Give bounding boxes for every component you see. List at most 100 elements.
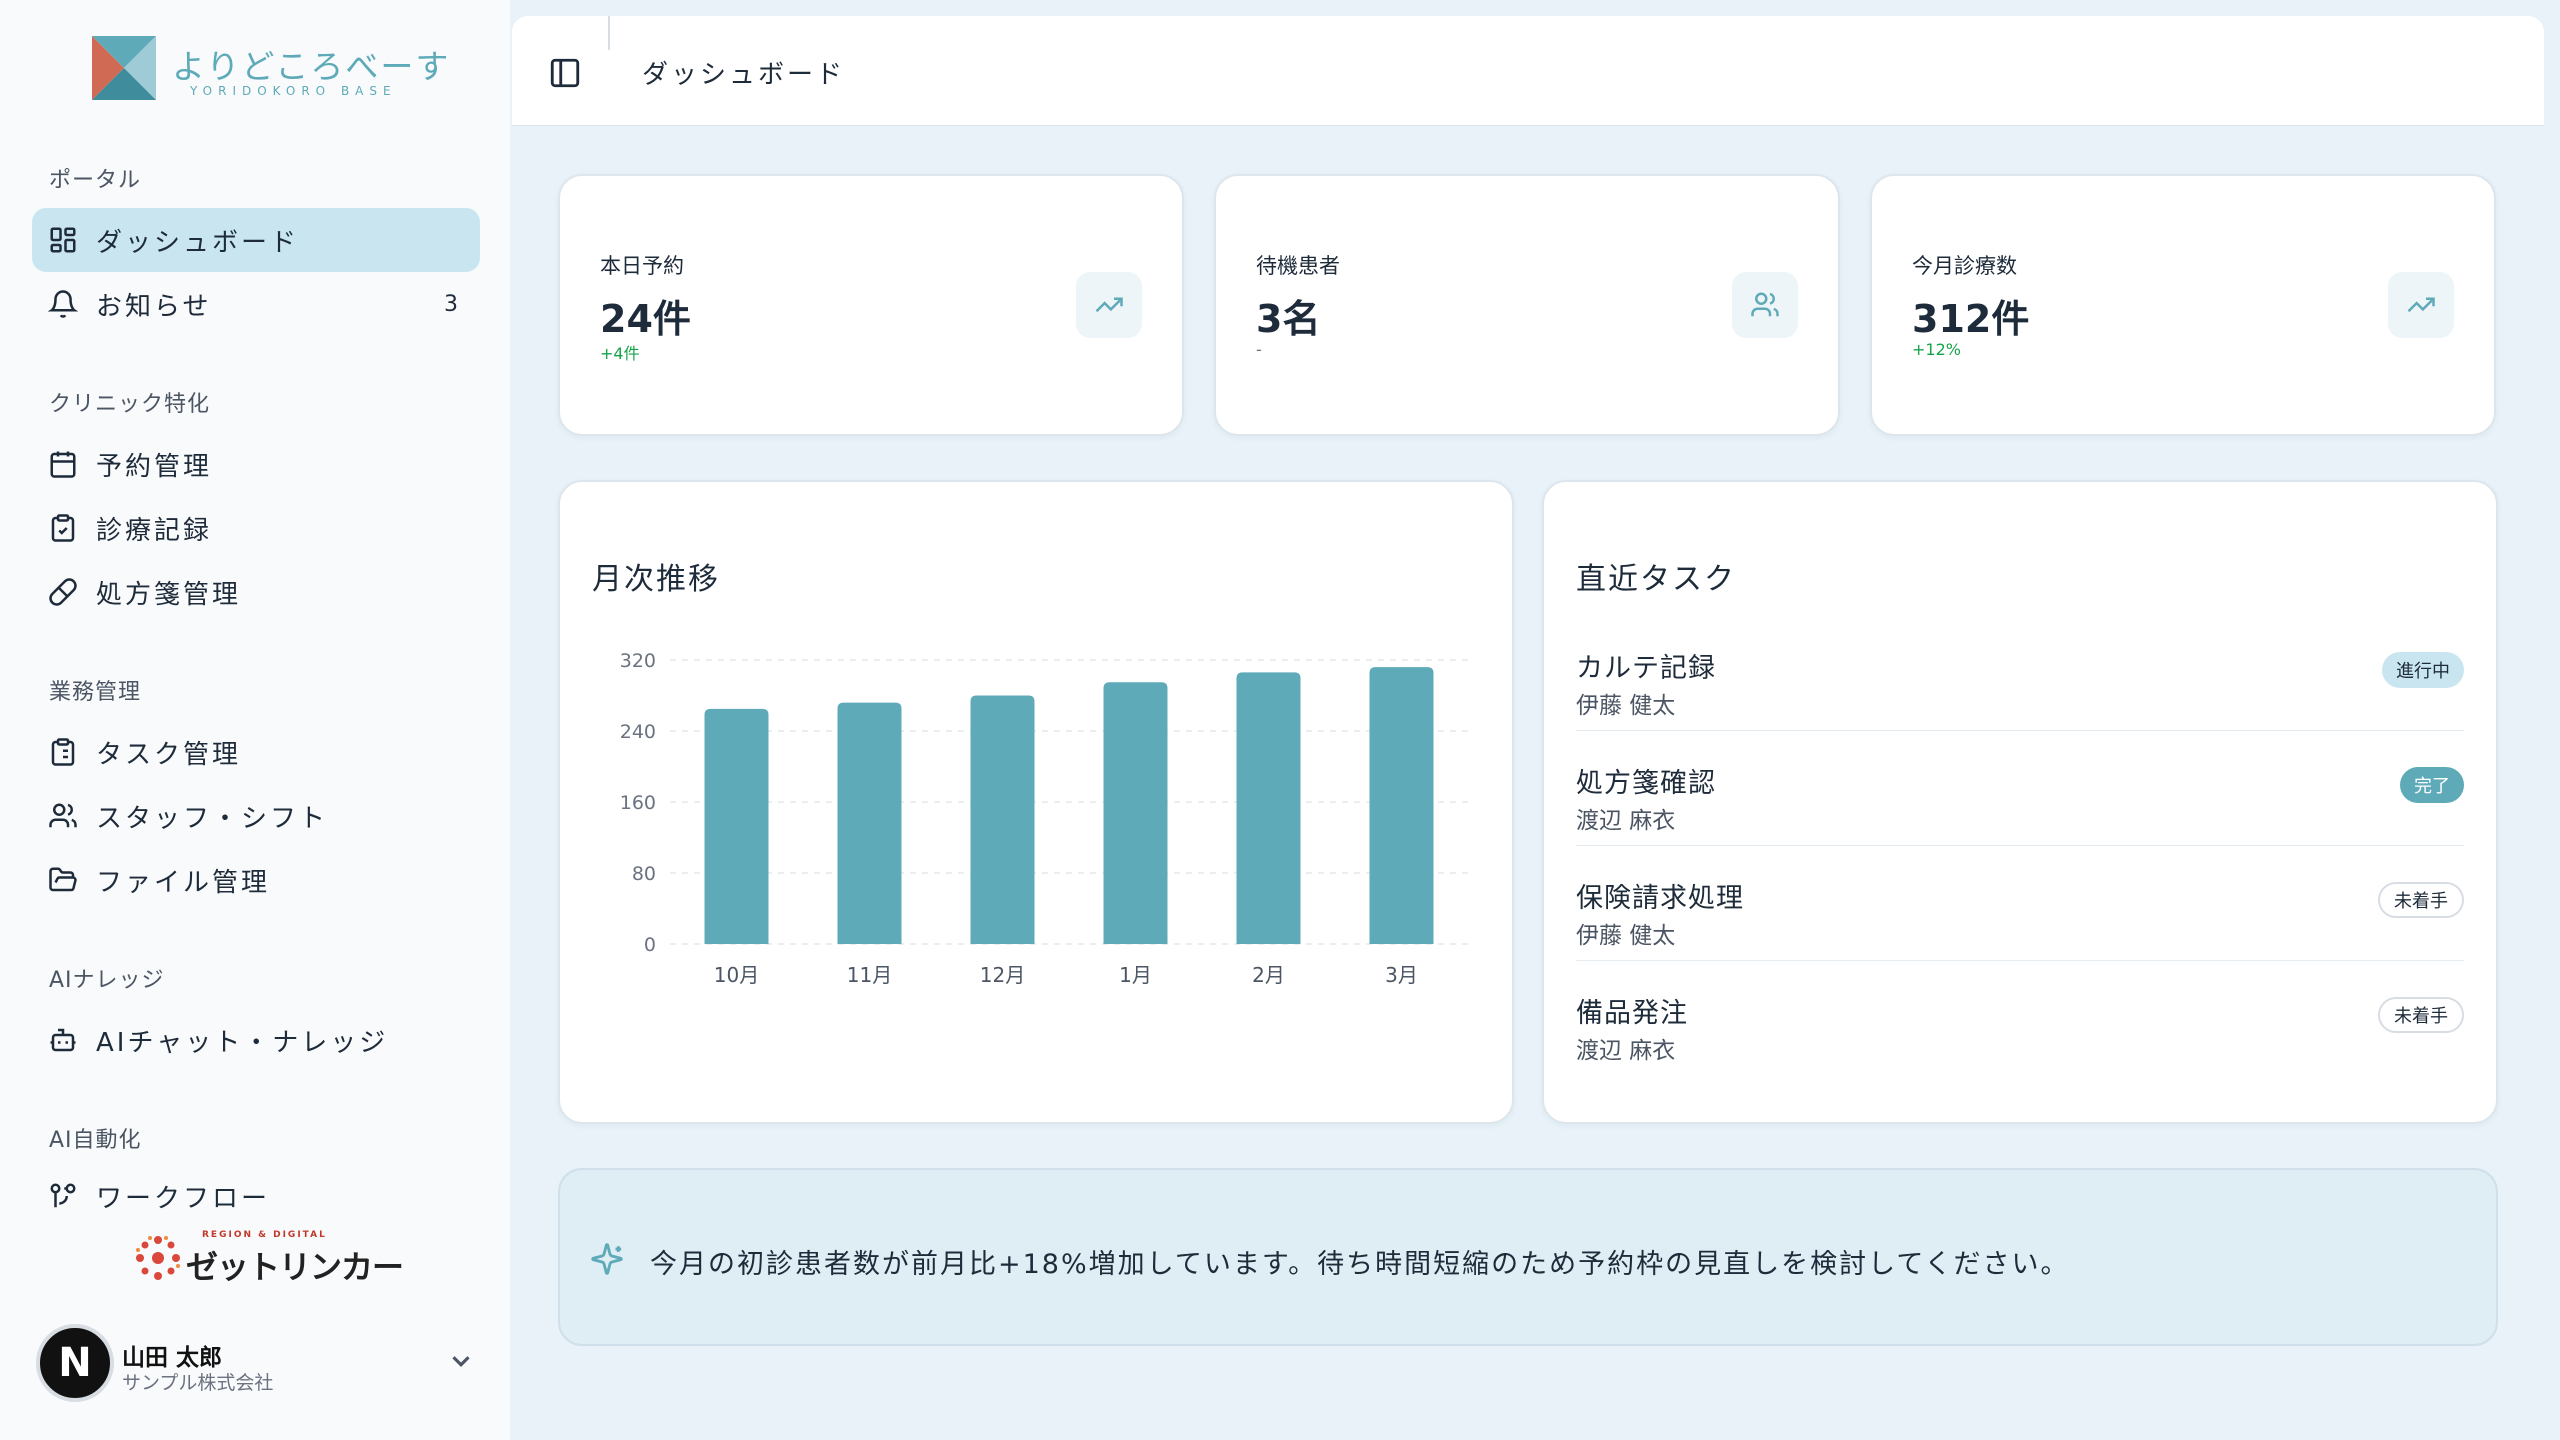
logo-mark-icon	[92, 36, 156, 100]
bar-10月[interactable]	[704, 708, 769, 944]
task-item[interactable]: 保険請求処理 伊藤 健太 未着手	[1576, 862, 2464, 976]
sidebar-item-workflow[interactable]: ワークフロー	[32, 1168, 480, 1224]
recent-tasks-card: 直近タスク カルテ記録 伊藤 健太 進行中 処方箋確認 渡辺 麻衣 完了 保険請…	[1542, 480, 2498, 1124]
tasks-title: 直近タスク	[1576, 562, 1736, 597]
chevron-down-icon[interactable]	[446, 1346, 476, 1376]
section-label-clinic: クリニック特化	[49, 392, 211, 417]
stat-label: 待機患者	[1256, 254, 1340, 278]
sidebar-item-appointments[interactable]: 予約管理	[32, 432, 480, 496]
x-tick-label: 3月	[1385, 963, 1418, 987]
task-assignee: 伊藤 健太	[1576, 923, 1676, 949]
sidebar-item-label: スタッフ・シフト	[96, 803, 329, 834]
task-title: 処方箋確認	[1576, 768, 1716, 799]
sidebar-item-staff-shift[interactable]: スタッフ・シフト	[32, 784, 480, 848]
sidebar-item-ai-chat[interactable]: AIチャット・ナレッジ	[32, 1008, 480, 1072]
bar-3月[interactable]	[1369, 667, 1434, 944]
sidebar-item-medical-records[interactable]: 診療記録	[32, 496, 480, 560]
folder-icon	[49, 867, 77, 892]
sidebar-item-dashboard[interactable]: ダッシュボード	[32, 208, 480, 272]
sidebar-toggle-icon[interactable]	[548, 56, 582, 90]
stat-value: 312件	[1912, 297, 2030, 341]
task-title: 備品発注	[1576, 998, 1688, 1029]
status-badge: 未着手	[2378, 882, 2464, 918]
y-tick-label: 320	[620, 650, 656, 672]
stat-label: 今月診療数	[1912, 254, 2017, 278]
avatar: N	[36, 1324, 114, 1402]
stat-value: 24件	[600, 297, 691, 341]
sidebar-item-notifications[interactable]: お知らせ 3	[32, 272, 480, 336]
partner-logo: REGION & DIGITAL ゼットリンカー	[134, 1228, 404, 1286]
trending-up-icon	[2407, 297, 2435, 313]
calendar-icon	[50, 451, 76, 478]
sidebar-item-label: 予約管理	[96, 451, 213, 482]
section-label-ai-automation: AI自動化	[49, 1128, 142, 1153]
task-title: 保険請求処理	[1576, 883, 1744, 914]
x-tick-label: 11月	[847, 963, 892, 987]
stat-value: 3名	[1256, 297, 1321, 341]
sidebar-item-label: ワークフロー	[96, 1183, 271, 1214]
insight-text: 今月の初診患者数が前月比+18%増加しています。待ち時間短縮のため予約枠の見直し…	[650, 1249, 2070, 1280]
task-assignee: 渡辺 麻衣	[1576, 808, 1676, 834]
user-organization: サンプル株式会社	[122, 1372, 274, 1394]
sidebar-item-prescriptions[interactable]: 処方箋管理	[32, 560, 480, 624]
clipboard-check-icon	[51, 514, 75, 542]
section-label-portal: ポータル	[49, 168, 142, 193]
workflow-icon	[50, 1183, 76, 1208]
partner-tagline: REGION & DIGITAL	[202, 1230, 327, 1240]
top-header: ダッシュボード	[512, 16, 2544, 126]
y-tick-label: 80	[632, 863, 656, 885]
task-divider	[1576, 960, 2464, 961]
task-item[interactable]: 処方箋確認 渡辺 麻衣 完了	[1576, 747, 2464, 861]
sidebar-item-label: ダッシュボード	[96, 227, 300, 258]
task-assignee: 渡辺 麻衣	[1576, 1038, 1676, 1064]
bot-icon	[50, 1028, 76, 1052]
stat-icon-box	[2388, 272, 2454, 338]
header-divider	[608, 16, 610, 50]
bar-11月[interactable]	[837, 702, 902, 944]
trending-up-icon	[1095, 297, 1123, 313]
clipboard-list-icon	[51, 738, 75, 766]
sidebar-item-label: ファイル管理	[96, 867, 271, 898]
section-label-ai-knowledge: AIナレッジ	[49, 968, 165, 993]
bar-2月[interactable]	[1236, 672, 1301, 944]
monthly-trend-card: 月次推移 0 80 160 240 320 10月 11月 12月 1月 2月 3月	[558, 480, 1514, 1124]
ai-insight-banner: 今月の初診患者数が前月比+18%増加しています。待ち時間短縮のため予約枠の見直し…	[558, 1168, 2498, 1346]
user-name: 山田 太郎	[122, 1345, 223, 1371]
status-badge: 完了	[2400, 767, 2464, 803]
stat-card-today-appointments: 本日予約 24件 +4件	[558, 174, 1184, 436]
users-icon	[1751, 292, 1779, 317]
y-tick-label: 160	[620, 792, 656, 814]
notification-count-badge: 3	[444, 291, 458, 317]
stat-label: 本日予約	[600, 254, 684, 278]
page-title: ダッシュボード	[642, 60, 846, 90]
pill-icon	[49, 578, 77, 606]
section-label-operations: 業務管理	[49, 680, 142, 705]
task-item[interactable]: 備品発注 渡辺 麻衣 未着手	[1576, 977, 2464, 1091]
task-item[interactable]: カルテ記録 伊藤 健太 進行中	[1576, 632, 2464, 746]
bar-1月[interactable]	[1103, 682, 1168, 944]
task-assignee: 伊藤 健太	[1576, 693, 1676, 719]
x-tick-label: 1月	[1119, 963, 1152, 987]
x-tick-label: 10月	[714, 963, 759, 987]
user-menu[interactable]: N 山田 太郎 サンプル株式会社	[36, 1322, 476, 1406]
users-icon	[49, 803, 77, 828]
y-tick-label: 240	[620, 721, 656, 743]
sidebar-item-tasks[interactable]: タスク管理	[32, 720, 480, 784]
bar-12月[interactable]	[970, 695, 1035, 945]
x-tick-label: 12月	[980, 963, 1025, 987]
sidebar-item-label: タスク管理	[96, 739, 242, 770]
stat-delta: +12%	[1912, 340, 1961, 359]
sidebar: よりどころべーす YORIDOKORO BASE ポータル ダッシュボード お知…	[0, 0, 510, 1440]
task-divider	[1576, 845, 2464, 846]
sidebar-item-label: AIチャット・ナレッジ	[96, 1027, 389, 1058]
logo-subtext: YORIDOKORO BASE	[190, 84, 397, 98]
sidebar-item-files[interactable]: ファイル管理	[32, 848, 480, 912]
dashboard-icon	[50, 227, 76, 253]
status-badge: 未着手	[2378, 997, 2464, 1033]
bell-icon	[48, 290, 78, 318]
task-title: カルテ記録	[1576, 653, 1716, 684]
task-divider	[1576, 730, 2464, 731]
stat-delta: -	[1256, 340, 1262, 359]
logo-text: よりどころべーす	[172, 47, 451, 86]
app-logo[interactable]: よりどころべーす YORIDOKORO BASE	[92, 34, 448, 104]
